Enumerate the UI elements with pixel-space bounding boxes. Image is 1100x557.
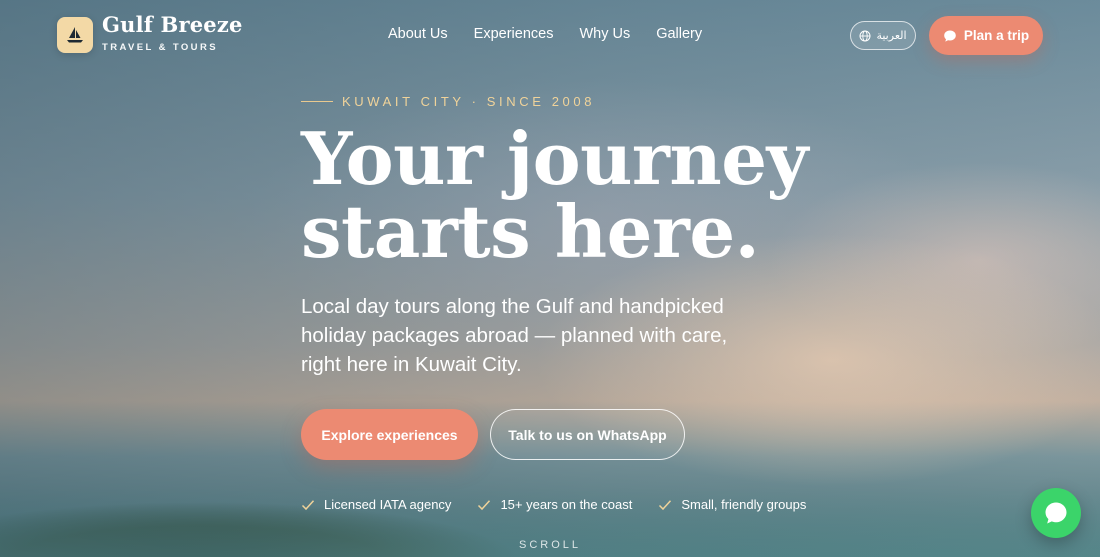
brand-name[interactable]: Gulf Breeze (102, 12, 243, 37)
logo[interactable] (57, 17, 93, 53)
globe-icon (859, 30, 871, 41)
trust-badges: Licensed IATA agency 15+ years on the co… (301, 497, 806, 512)
check-icon (478, 499, 491, 510)
badge-label: 15+ years on the coast (500, 497, 633, 512)
badge-item: Licensed IATA agency (301, 497, 451, 512)
language-label: العربية (876, 29, 907, 42)
hero-headline: Your journey starts here. (301, 122, 821, 268)
eyebrow-divider (301, 100, 333, 103)
badge-item: Small, friendly groups (658, 497, 806, 512)
site-header: Gulf Breeze TRAVEL & TOURS About Us Expe… (0, 0, 1100, 72)
chat-bubble-icon (944, 30, 956, 42)
check-icon (659, 499, 672, 510)
hero-overlay (0, 0, 1100, 557)
scroll-hint[interactable]: SCROLL (0, 539, 1100, 551)
badge-label: Licensed IATA agency (324, 497, 452, 512)
whatsapp-icon (1045, 502, 1067, 524)
hero-eyebrow: KUWAIT CITY · SINCE 2008 (301, 94, 595, 109)
nav-item-gallery[interactable]: Gallery (656, 26, 702, 42)
nav-item-experiences[interactable]: Experiences (474, 26, 554, 42)
check-icon (301, 499, 315, 510)
headline-line-1: Your journey (301, 116, 808, 201)
plan-trip-button[interactable]: Plan a trip (929, 16, 1043, 55)
brand-tagline: TRAVEL & TOURS (102, 42, 218, 53)
explore-experiences-button[interactable]: Explore experiences (301, 409, 478, 460)
hero-subcopy: Local day tours along the Gulf and handp… (301, 295, 728, 376)
nav-item-about-us[interactable]: About Us (388, 26, 448, 42)
badge-label: Small, friendly groups (681, 497, 807, 512)
eyebrow-text: KUWAIT CITY · SINCE 2008 (342, 94, 596, 109)
whatsapp-chat-fab[interactable] (1031, 488, 1081, 538)
plan-trip-label: Plan a trip (963, 28, 1030, 43)
badge-item: 15+ years on the coast (477, 497, 632, 512)
headline-line-2: starts here. (301, 189, 760, 274)
sailboat-icon (67, 27, 83, 43)
whatsapp-contact-button[interactable]: Talk to us on WhatsApp (490, 409, 685, 460)
language-toggle-button[interactable]: العربية (850, 21, 916, 50)
main-nav: About Us Experiences Why Us Gallery (388, 26, 702, 42)
nav-item-why-us[interactable]: Why Us (579, 26, 630, 42)
